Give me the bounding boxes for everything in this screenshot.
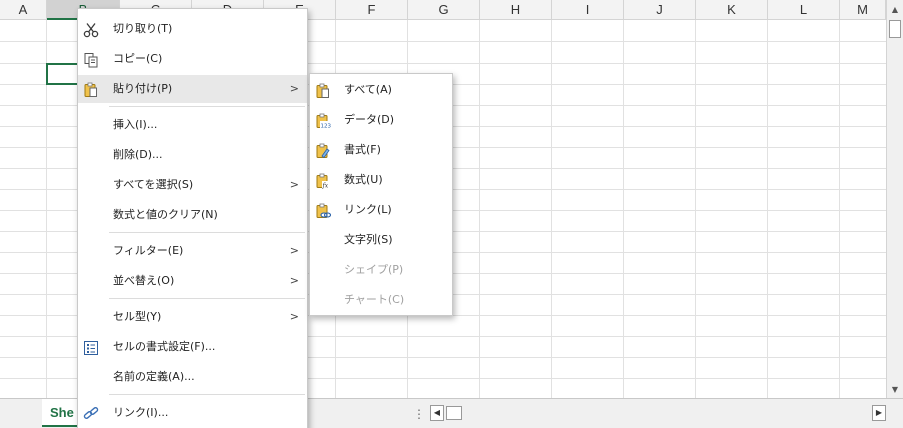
copy-icon [83, 51, 99, 68]
column-header-g[interactable]: G [408, 0, 480, 20]
gridline [839, 20, 840, 398]
scroll-up-button[interactable]: ▲ [887, 2, 903, 18]
paste-format-item[interactable]: 書式(F) [310, 136, 452, 164]
submenu-arrow-icon: > [289, 310, 299, 323]
menu-item-select-all[interactable]: すべてを選択(S) > [78, 171, 307, 199]
menu-item-label: すべてを選択(S) [113, 178, 194, 191]
menu-item-label: セル型(Y) [113, 310, 162, 323]
submenu-arrow-icon: > [289, 178, 299, 191]
menu-item-label: 貼り付け(P) [113, 82, 173, 95]
menu-item-filter[interactable]: フィルター(E) > [78, 237, 307, 265]
gridline [479, 20, 480, 398]
vertical-scrollbar[interactable]: ▲ ▼ [886, 0, 903, 400]
column-header-f[interactable]: F [336, 0, 408, 20]
menu-item-label: 削除(D)... [113, 148, 163, 161]
paste-text-item[interactable]: 文字列(S) [310, 226, 452, 254]
menu-item-label: コピー(C) [113, 52, 163, 65]
menu-item-label: リンク(I)... [113, 406, 169, 419]
column-header-j[interactable]: J [624, 0, 696, 20]
paste-formula-badge: fx [322, 183, 329, 190]
submenu-item-label: 文字列(S) [344, 233, 393, 246]
paste-formula-item[interactable]: fx 数式(U) [310, 166, 452, 194]
submenu-item-label: すべて(A) [344, 83, 392, 96]
paste-submenu: すべて(A) 123 データ(D) 書式(F) fx 数式(U) リンク(L) … [309, 73, 453, 316]
menu-separator [109, 394, 305, 395]
column-header-k[interactable]: K [696, 0, 768, 20]
column-header-a[interactable]: A [0, 0, 47, 20]
menu-item-label: 切り取り(T) [113, 22, 173, 35]
menu-item-label: 数式と値のクリア(N) [113, 208, 218, 221]
submenu-item-label: データ(D) [344, 113, 395, 126]
paste-chart-item: チャート(C) [310, 286, 452, 314]
scroll-left-button[interactable]: ◀ [430, 405, 444, 421]
menu-item-label: 挿入(I)... [113, 118, 158, 131]
menu-item-clear-formulas-values[interactable]: 数式と値のクリア(N) [78, 201, 307, 229]
submenu-item-label: リンク(L) [344, 203, 392, 216]
vertical-scroll-thumb[interactable] [889, 20, 901, 38]
gridline [695, 20, 696, 398]
column-header-m[interactable]: M [840, 0, 886, 20]
menu-separator [109, 232, 305, 233]
menu-item-define-name[interactable]: 名前の定義(A)... [78, 363, 307, 391]
sheet-tab[interactable]: She [42, 399, 82, 427]
horizontal-scroll-thumb[interactable] [446, 406, 462, 420]
column-header-l[interactable]: L [768, 0, 840, 20]
menu-item-cell-type[interactable]: セル型(Y) > [78, 303, 307, 331]
menu-item-sort[interactable]: 並べ替え(O) > [78, 267, 307, 295]
paste-values-icon: 123 [315, 112, 332, 130]
submenu-arrow-icon: > [289, 244, 299, 257]
menu-item-label: フィルター(E) [113, 244, 184, 257]
column-header-h[interactable]: H [480, 0, 552, 20]
submenu-item-label: チャート(C) [344, 293, 405, 306]
paste-all-item[interactable]: すべて(A) [310, 76, 452, 104]
submenu-item-label: シェイプ(P) [344, 263, 404, 276]
tab-splitter-handle[interactable]: ⋮ [413, 407, 425, 421]
scroll-down-button[interactable]: ▼ [887, 382, 903, 398]
link-icon [83, 405, 99, 421]
gridline [623, 20, 624, 398]
scroll-right-button[interactable]: ▶ [872, 405, 886, 421]
scissors-icon [83, 21, 99, 38]
clipboard-icon [83, 81, 99, 97]
paste-link-icon [315, 202, 332, 218]
horizontal-scrollbar[interactable]: ◀ ▶ [430, 405, 886, 421]
menu-item-label: 名前の定義(A)... [113, 370, 195, 383]
paste-format-icon [315, 142, 331, 159]
menu-item-label: 並べ替え(O) [113, 274, 175, 287]
menu-item-link[interactable]: リンク(I)... [78, 399, 307, 427]
submenu-arrow-icon: > [289, 82, 299, 95]
paste-values-item[interactable]: 123 データ(D) [310, 106, 452, 134]
submenu-item-label: 数式(U) [344, 173, 383, 186]
submenu-item-label: 書式(F) [344, 143, 381, 156]
paste-values-badge: 123 [321, 124, 332, 130]
paste-all-icon [315, 82, 331, 98]
format-cells-icon [83, 339, 99, 355]
paste-link-item[interactable]: リンク(L) [310, 196, 452, 224]
context-menu: 切り取り(T) コピー(C) 貼り付け(P) > 挿入(I)... 削除(D).… [77, 8, 308, 428]
menu-item-paste[interactable]: 貼り付け(P) > [78, 75, 307, 103]
menu-item-delete[interactable]: 削除(D)... [78, 141, 307, 169]
paste-formula-icon: fx [315, 172, 331, 190]
menu-item-label: セルの書式設定(F)... [113, 340, 216, 353]
submenu-arrow-icon: > [289, 274, 299, 287]
gridline [551, 20, 552, 398]
gridline [767, 20, 768, 398]
menu-item-insert[interactable]: 挿入(I)... [78, 111, 307, 139]
paste-shape-item: シェイプ(P) [310, 256, 452, 284]
column-header-i[interactable]: I [552, 0, 624, 20]
menu-item-format-cells[interactable]: セルの書式設定(F)... [78, 333, 307, 361]
menu-item-copy[interactable]: コピー(C) [78, 45, 307, 73]
menu-separator [109, 298, 305, 299]
menu-separator [109, 106, 305, 107]
menu-item-cut[interactable]: 切り取り(T) [78, 15, 307, 43]
